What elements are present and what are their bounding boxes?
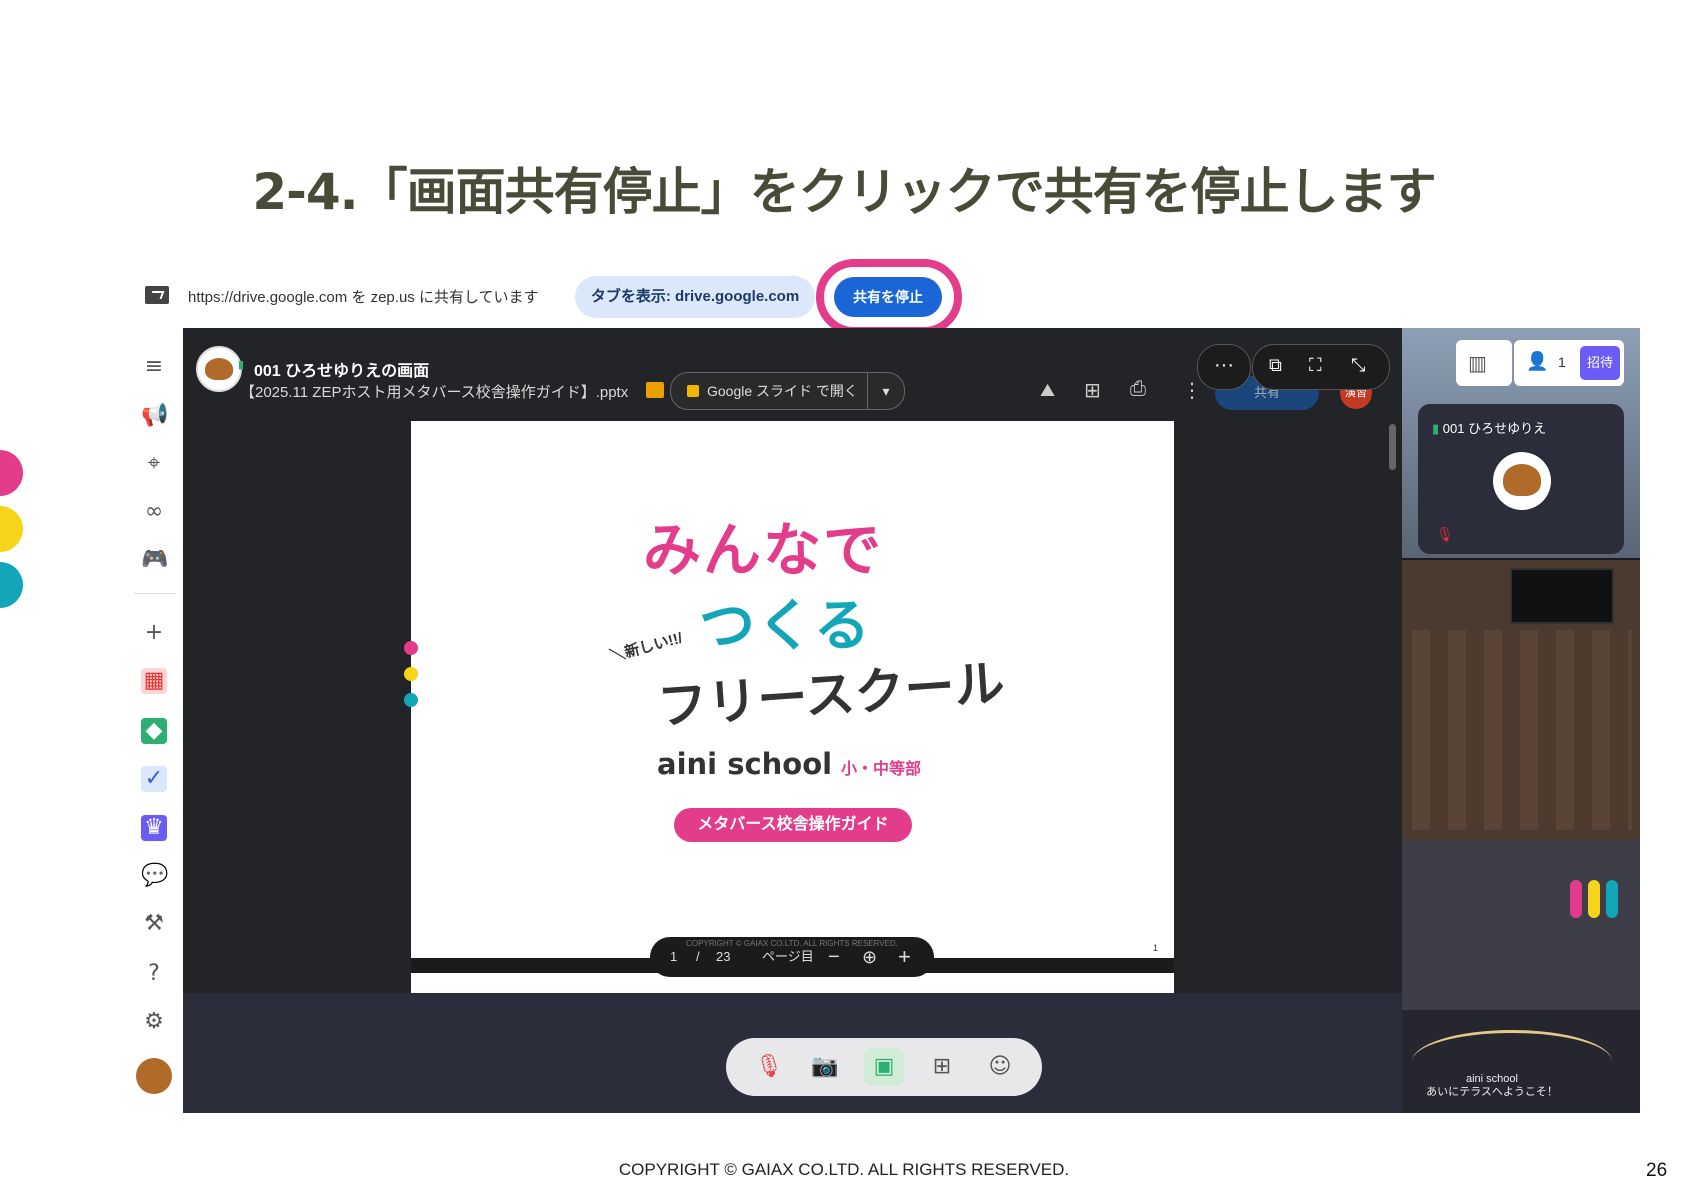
invite-button[interactable]: 招待 — [1580, 346, 1620, 380]
copyright: COPYRIGHT © GAIAX CO.LTD. ALL RIGHTS RES… — [618, 1160, 1070, 1179]
show-tab-button[interactable]: タブを表示: drive.google.com — [575, 276, 815, 318]
slide-dot-teal — [404, 693, 418, 707]
tagline: ＼新しい!!/ — [608, 629, 685, 666]
link-icon[interactable]: ∞ — [141, 499, 167, 525]
gamepad-icon[interactable]: 🎮 — [141, 547, 168, 573]
pillar-pink — [1570, 880, 1582, 918]
file-name: 【2025.11 ZEPホスト用メタバース校舎操作ガイド】.pptx — [240, 384, 629, 401]
headline-line-2: つくる — [699, 594, 872, 659]
map-lower-area — [1402, 840, 1640, 1010]
decor-dot-yellow — [0, 506, 23, 552]
minimize-icon[interactable]: ⤡ — [1351, 355, 1365, 376]
presenter-name: 001 ひろせゆりえの画面 — [254, 363, 430, 380]
map-floor — [1412, 630, 1632, 830]
brand-sub: 小・中等部 — [841, 761, 922, 778]
app-icon[interactable]: ◆ — [141, 718, 167, 744]
zoom-icon[interactable]: ⊕ — [862, 937, 877, 977]
signal-icon: ▮ — [238, 359, 245, 371]
participant-count: 1 — [1558, 354, 1566, 370]
open-with-google-slides-button[interactable]: Google スライド で開く ▾ — [670, 372, 905, 410]
slide-page: みんなで つくる ＼新しい!!/ フリースクール aini school 小・中… — [404, 421, 1174, 958]
decor-dot-pink — [0, 450, 23, 496]
fullscreen-icon[interactable]: ⛶ — [1309, 355, 1322, 376]
avatar[interactable] — [136, 1058, 172, 1094]
slide-page-number: 1 — [1153, 943, 1159, 953]
location-pin-icon[interactable]: ⌖ — [141, 451, 167, 477]
settings-icon[interactable]: ⚙ — [141, 1009, 167, 1035]
help-icon[interactable]: ? — [141, 961, 167, 987]
crown-icon[interactable]: ♛ — [141, 815, 167, 841]
mic-off-icon[interactable]: 🎙 — [755, 1054, 783, 1080]
menu-icon[interactable]: ≡ — [141, 354, 167, 380]
picture-in-picture-icon[interactable]: ⧉ — [1269, 355, 1282, 376]
open-with-label: Google スライド で開く — [707, 383, 858, 399]
mic-muted-icon: 🎙 — [1436, 526, 1454, 542]
more-vert-icon[interactable]: ⋮ — [1182, 378, 1202, 403]
decor-dot-teal — [0, 562, 23, 608]
pillar-yellow — [1588, 880, 1600, 918]
emoji-icon[interactable]: ☺ — [986, 1054, 1014, 1080]
slide-dot-yellow — [404, 667, 418, 681]
presenter-avatar — [196, 346, 242, 392]
print-icon[interactable]: ⎙ — [1130, 378, 1146, 401]
page-number: 26 — [1646, 1160, 1668, 1181]
layout-toggle[interactable]: ▥ — [1456, 340, 1512, 386]
share-status-text: https://drive.google.com を zep.us に共有してい… — [188, 289, 539, 306]
headline-line-1: みんなで — [643, 516, 884, 584]
people-icon: 👤 — [1526, 351, 1549, 371]
zoom-out-icon[interactable]: − — [828, 937, 840, 977]
guide-badge: メタバース校舎操作ガイド — [674, 808, 912, 842]
megaphone-icon[interactable]: 📢 — [141, 403, 168, 429]
page-suffix: ページ目 — [762, 949, 814, 964]
window-controls: ⧉ ⛶ ⤡ — [1252, 344, 1390, 390]
hammer-icon[interactable]: ⚒ — [141, 911, 167, 937]
page-title: 2-4.「画面共有停止」をクリックで共有を停止します — [252, 163, 1436, 221]
add-to-drive-icon[interactable]: ⛰ — [1040, 380, 1055, 401]
video-tile-name: ▮ 001 ひろせゆりえ — [1432, 421, 1547, 436]
map-caption: aini school あいにテラスへようこそ！ — [1426, 1073, 1558, 1098]
metaverse-map[interactable] — [1402, 560, 1640, 840]
video-tile-avatar — [1493, 452, 1551, 510]
more-options-icon[interactable]: ··· — [1197, 344, 1251, 390]
layout-icon: ▥ — [1468, 353, 1487, 375]
screen-share-indicator-icon — [145, 286, 169, 304]
pillar-teal — [1606, 880, 1618, 918]
page-navigation: COPYRIGHT © GAIAX CO.LTD. ALL RIGHTS RES… — [650, 937, 934, 977]
scrollbar[interactable] — [1389, 424, 1396, 470]
highlight-ring — [816, 259, 962, 335]
page-current[interactable]: 1 — [670, 937, 677, 977]
chevron-down-icon[interactable]: ▾ — [867, 373, 904, 409]
chat-icon[interactable]: 💬 — [141, 863, 168, 889]
add-comment-icon[interactable]: ⊞ — [1084, 378, 1101, 403]
google-slides-icon — [687, 385, 699, 397]
map-screen — [1510, 568, 1614, 624]
screen-share-icon[interactable]: ▣ — [870, 1054, 898, 1080]
apps-add-icon[interactable]: ⊞ — [928, 1054, 956, 1080]
page-total: 23 — [716, 949, 731, 964]
sidebar-divider — [134, 593, 176, 594]
calendar-icon[interactable]: ▦ — [141, 668, 167, 694]
slide-dot-pink — [404, 641, 418, 655]
zoom-in-icon[interactable]: + — [898, 937, 911, 977]
signal-icon: ▮ — [1432, 421, 1440, 436]
presentation-file-icon — [646, 382, 664, 398]
calendar-check-icon[interactable]: ✓ — [141, 766, 167, 792]
camera-off-icon[interactable]: 📷 — [811, 1054, 839, 1080]
plus-icon[interactable]: + — [141, 620, 167, 646]
page-separator: / — [696, 949, 700, 964]
brand-logo: aini school — [657, 747, 833, 781]
